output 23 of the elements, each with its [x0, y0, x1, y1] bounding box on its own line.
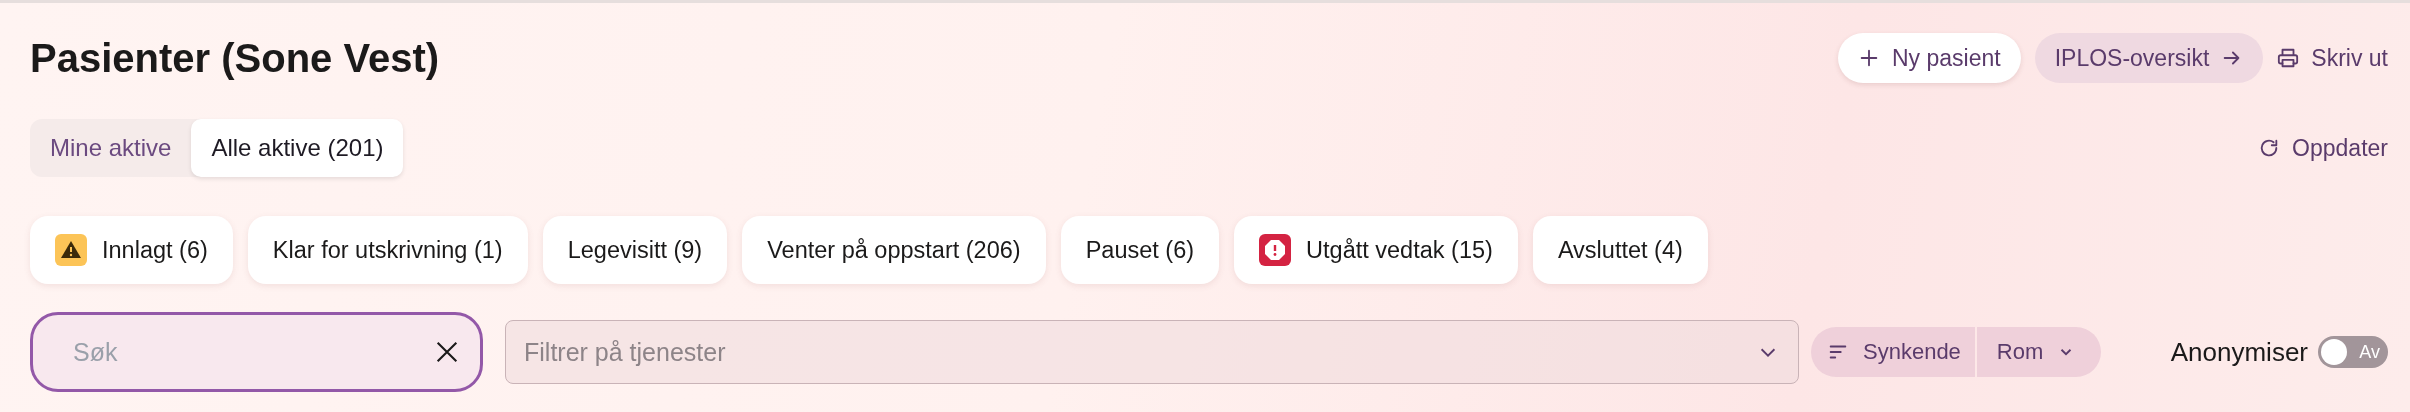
new-patient-button[interactable]: Ny pasient [1838, 33, 2021, 83]
status-filter-chip[interactable]: Innlagt (6) [30, 216, 233, 284]
status-filter-chip[interactable]: Utgått vedtak (15) [1234, 216, 1518, 284]
status-filter-chip[interactable]: Pauset (6) [1060, 216, 1220, 284]
tab[interactable]: Alle aktive (201) [191, 119, 404, 177]
anonymize-label: Anonymiser [2170, 336, 2308, 368]
tab[interactable]: Mine aktive [30, 119, 192, 177]
plus-icon [1858, 47, 1880, 69]
status-filter-chip[interactable]: Klar for utskrivning (1) [247, 216, 528, 284]
service-filter-dropdown[interactable]: Filtrer på tjenester [505, 320, 1799, 384]
overview-button[interactable]: IPLOS-oversikt [2034, 33, 2264, 83]
sort-field-dropdown[interactable]: Rom [1976, 327, 2102, 377]
search-field[interactable]: Søk [30, 312, 483, 392]
status-filter-chip[interactable]: Avsluttet (4) [1532, 216, 1708, 284]
page-title: Pasienter (Sone Vest) [30, 35, 440, 81]
status-filter-chip[interactable]: Venter på oppstart (206) [742, 216, 1046, 284]
print-button[interactable]: Skriv ut [2277, 33, 2388, 83]
status-filter-chip[interactable]: Legevisitt (9) [542, 216, 728, 284]
printer-icon [2277, 47, 2300, 69]
refresh-button[interactable]: Oppdater [2258, 123, 2388, 173]
sort-direction-button[interactable]: Synkende [1811, 327, 1975, 377]
alert-icon [1259, 234, 1292, 266]
warning-icon [55, 234, 87, 266]
